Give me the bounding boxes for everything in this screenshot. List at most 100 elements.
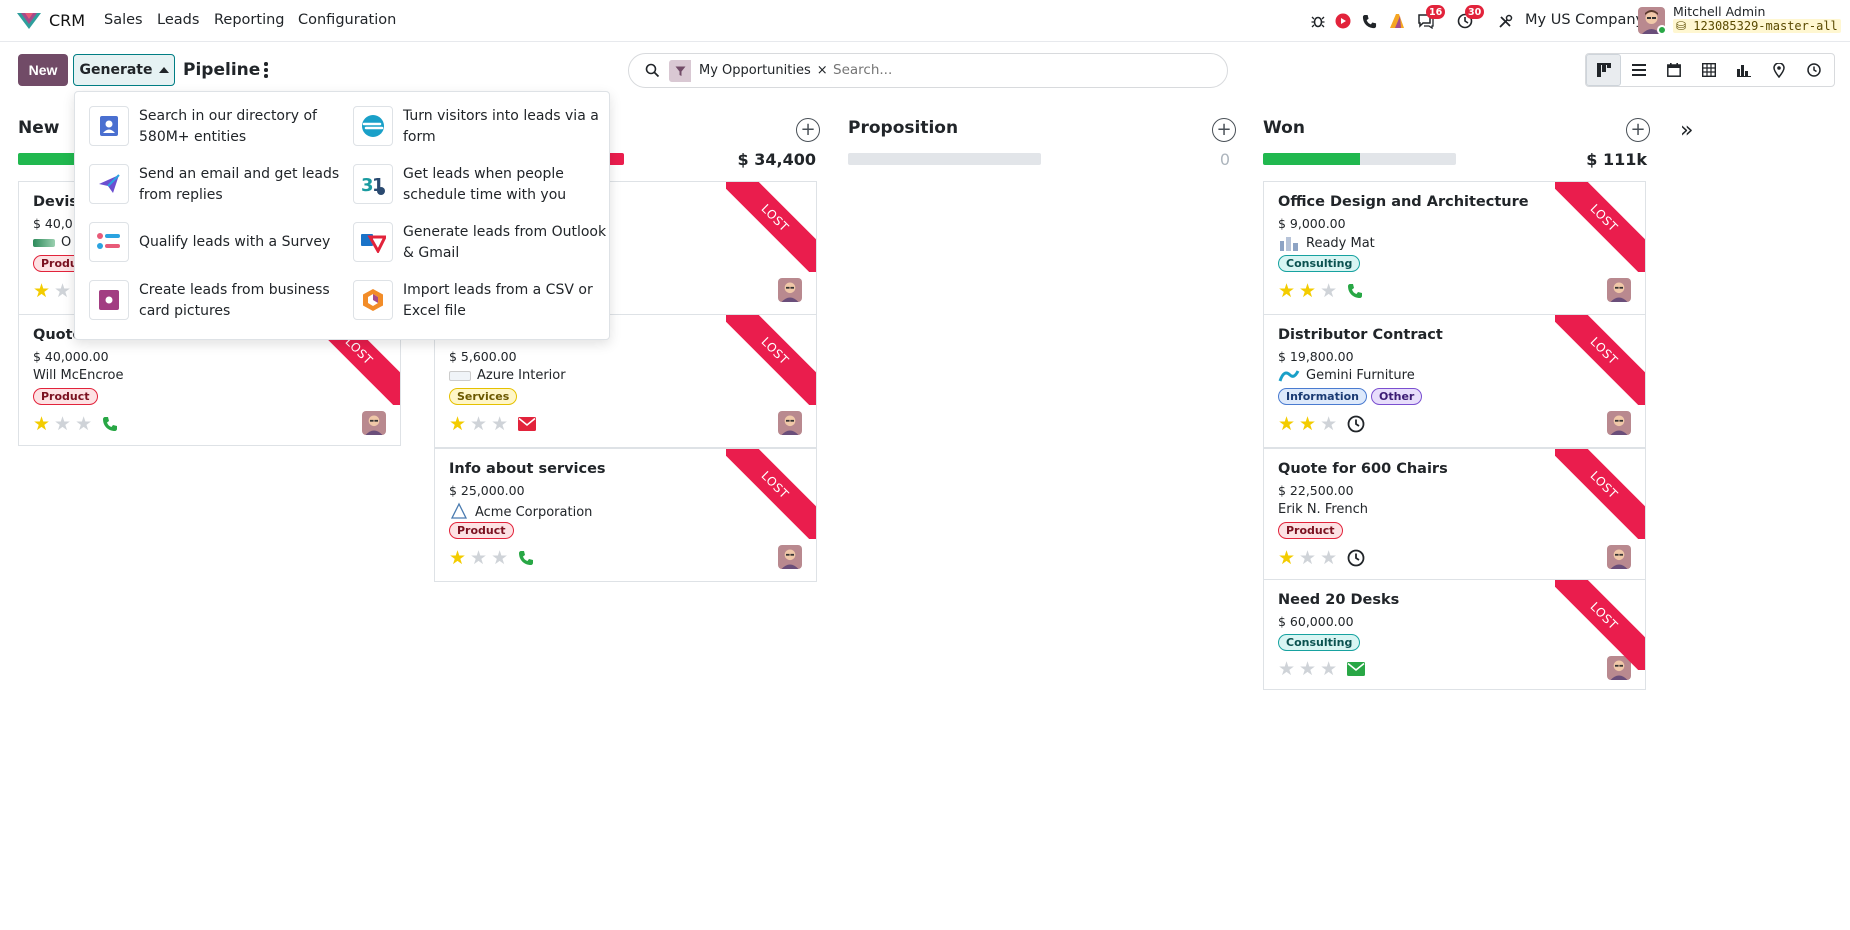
star-icon[interactable]: ★ [1278,659,1295,679]
star-icon[interactable]: ★ [1320,659,1337,679]
salesperson-avatar[interactable] [778,545,802,569]
star-icon[interactable]: ★ [1320,548,1337,568]
dropdown-item-website-form[interactable]: Turn visitors into leads via a form [353,106,608,152]
tag-services: Services [449,388,518,405]
crm-logo-icon[interactable] [16,11,42,31]
column-title-new[interactable]: New [18,118,59,138]
messages-icon[interactable]: 16 [1416,5,1446,31]
star-icon[interactable]: ★ [470,548,487,568]
dropdown-item-directory[interactable]: Search in our directory of 580M+ entitie… [89,106,344,152]
dropdown-item-business-card[interactable]: Create leads from business card pictures [89,280,344,326]
ai-icon[interactable] [1387,11,1407,31]
column-add-proposition[interactable]: + [1212,118,1236,142]
email-activity-icon[interactable] [518,417,537,431]
card-priority[interactable]: ★ ★ ★ [1278,281,1363,301]
star-icon[interactable]: ★ [75,414,92,434]
dropdown-item-mail-plugin[interactable]: Generate leads from Outlook & Gmail [353,222,608,268]
email-activity-icon[interactable] [1347,662,1366,676]
star-icon[interactable]: ★ [470,414,487,434]
star-icon[interactable]: ★ [33,281,50,301]
salesperson-avatar[interactable] [1607,278,1631,302]
fold-columns-icon[interactable]: » [1680,118,1693,143]
kanban-view-icon[interactable] [1586,54,1621,86]
column-add-qualified[interactable]: + [796,118,820,142]
star-icon[interactable]: ★ [1278,414,1295,434]
kanban-card[interactable]: Quote for 600 Chairs $ 22,500.00 Erik N.… [1263,448,1646,580]
star-icon[interactable]: ★ [449,414,466,434]
star-icon[interactable]: ★ [1299,548,1316,568]
column-progress-won[interactable] [1263,153,1456,165]
clock-activity-icon[interactable] [1347,415,1365,433]
star-icon[interactable]: ★ [33,414,50,434]
company-switcher[interactable]: My US Company [1525,12,1644,28]
activities-clock-icon[interactable]: 30 [1455,5,1485,31]
facet-remove-icon[interactable]: × [816,60,832,82]
new-button[interactable]: New [18,54,68,86]
card-priority[interactable]: ★ ★ [33,281,71,301]
card-priority[interactable]: ★ ★ ★ [1278,548,1365,568]
salesperson-avatar[interactable] [1607,411,1631,435]
graph-view-icon[interactable] [1726,54,1761,86]
dropdown-item-import[interactable]: Import leads from a CSV or Excel file [353,280,608,326]
card-priority[interactable]: ★ ★ ★ [449,414,537,434]
dropdown-item-appointments[interactable]: 31 Get leads when people schedule time w… [353,164,608,210]
card-amount: $ 5,600.00 [449,349,517,364]
dropdown-item-label: Generate leads from Outlook & Gmail [403,224,607,261]
card-priority[interactable]: ★ ★ ★ [449,548,534,568]
star-icon[interactable]: ★ [1320,281,1337,301]
user-name[interactable]: Mitchell Admin [1673,4,1765,19]
salesperson-avatar[interactable] [778,278,802,302]
menu-configuration[interactable]: Configuration [298,12,396,28]
column-add-won[interactable]: + [1626,118,1650,142]
dropdown-item-email-leads[interactable]: Send an email and get leads from replies [89,164,344,210]
clock-activity-icon[interactable] [1347,549,1365,567]
star-icon[interactable]: ★ [1299,281,1316,301]
activity-view-icon[interactable] [1796,54,1831,86]
card-priority[interactable]: ★ ★ ★ [33,414,118,434]
search-icon[interactable] [645,63,660,78]
calendar-view-icon[interactable] [1656,54,1691,86]
star-icon[interactable]: ★ [54,281,71,301]
menu-sales[interactable]: Sales [104,12,143,28]
column-title-proposition[interactable]: Proposition [848,118,958,138]
app-name[interactable]: CRM [49,11,85,30]
generate-button[interactable]: Generate [73,54,175,86]
pivot-view-icon[interactable] [1691,54,1726,86]
kebab-menu-icon[interactable] [258,60,274,80]
card-priority[interactable]: ★ ★ ★ [1278,414,1365,434]
record-icon[interactable] [1333,11,1353,31]
star-icon[interactable]: ★ [1320,414,1337,434]
kanban-card[interactable]: Distributor Contract $ 19,800.00 Gemini … [1263,314,1646,448]
card-priority[interactable]: ★ ★ ★ [1278,659,1366,679]
filter-facet[interactable]: My Opportunities × [669,60,832,82]
star-icon[interactable]: ★ [1278,548,1295,568]
star-icon[interactable]: ★ [1278,281,1295,301]
debug-tools-icon[interactable] [1495,11,1515,31]
menu-reporting[interactable]: Reporting [214,12,285,28]
salesperson-avatar[interactable] [362,411,386,435]
star-icon[interactable]: ★ [1299,414,1316,434]
website-form-icon [353,106,393,146]
phone-icon[interactable] [1359,11,1379,31]
star-icon[interactable]: ★ [491,414,508,434]
dropdown-item-survey[interactable]: Qualify leads with a Survey [89,222,344,268]
column-progress-proposition[interactable] [848,153,1041,165]
phone-activity-icon[interactable] [1347,283,1363,299]
salesperson-avatar[interactable] [778,411,802,435]
star-icon[interactable]: ★ [491,548,508,568]
phone-activity-icon[interactable] [102,416,118,432]
kanban-card[interactable]: Office Design and Architecture $ 9,000.0… [1263,181,1646,315]
kanban-card[interactable]: Need 20 Desks $ 60,000.00 Consulting ★ ★… [1263,579,1646,690]
kanban-card[interactable]: Info about services $ 25,000.00 Acme Cor… [434,448,817,582]
search-input[interactable] [833,62,1213,78]
column-title-won[interactable]: Won [1263,118,1305,138]
bug-icon[interactable] [1308,11,1328,31]
star-icon[interactable]: ★ [54,414,71,434]
map-view-icon[interactable] [1761,54,1796,86]
menu-leads[interactable]: Leads [157,12,199,28]
list-view-icon[interactable] [1621,54,1656,86]
phone-activity-icon[interactable] [518,550,534,566]
star-icon[interactable]: ★ [449,548,466,568]
salesperson-avatar[interactable] [1607,545,1631,569]
star-icon[interactable]: ★ [1299,659,1316,679]
